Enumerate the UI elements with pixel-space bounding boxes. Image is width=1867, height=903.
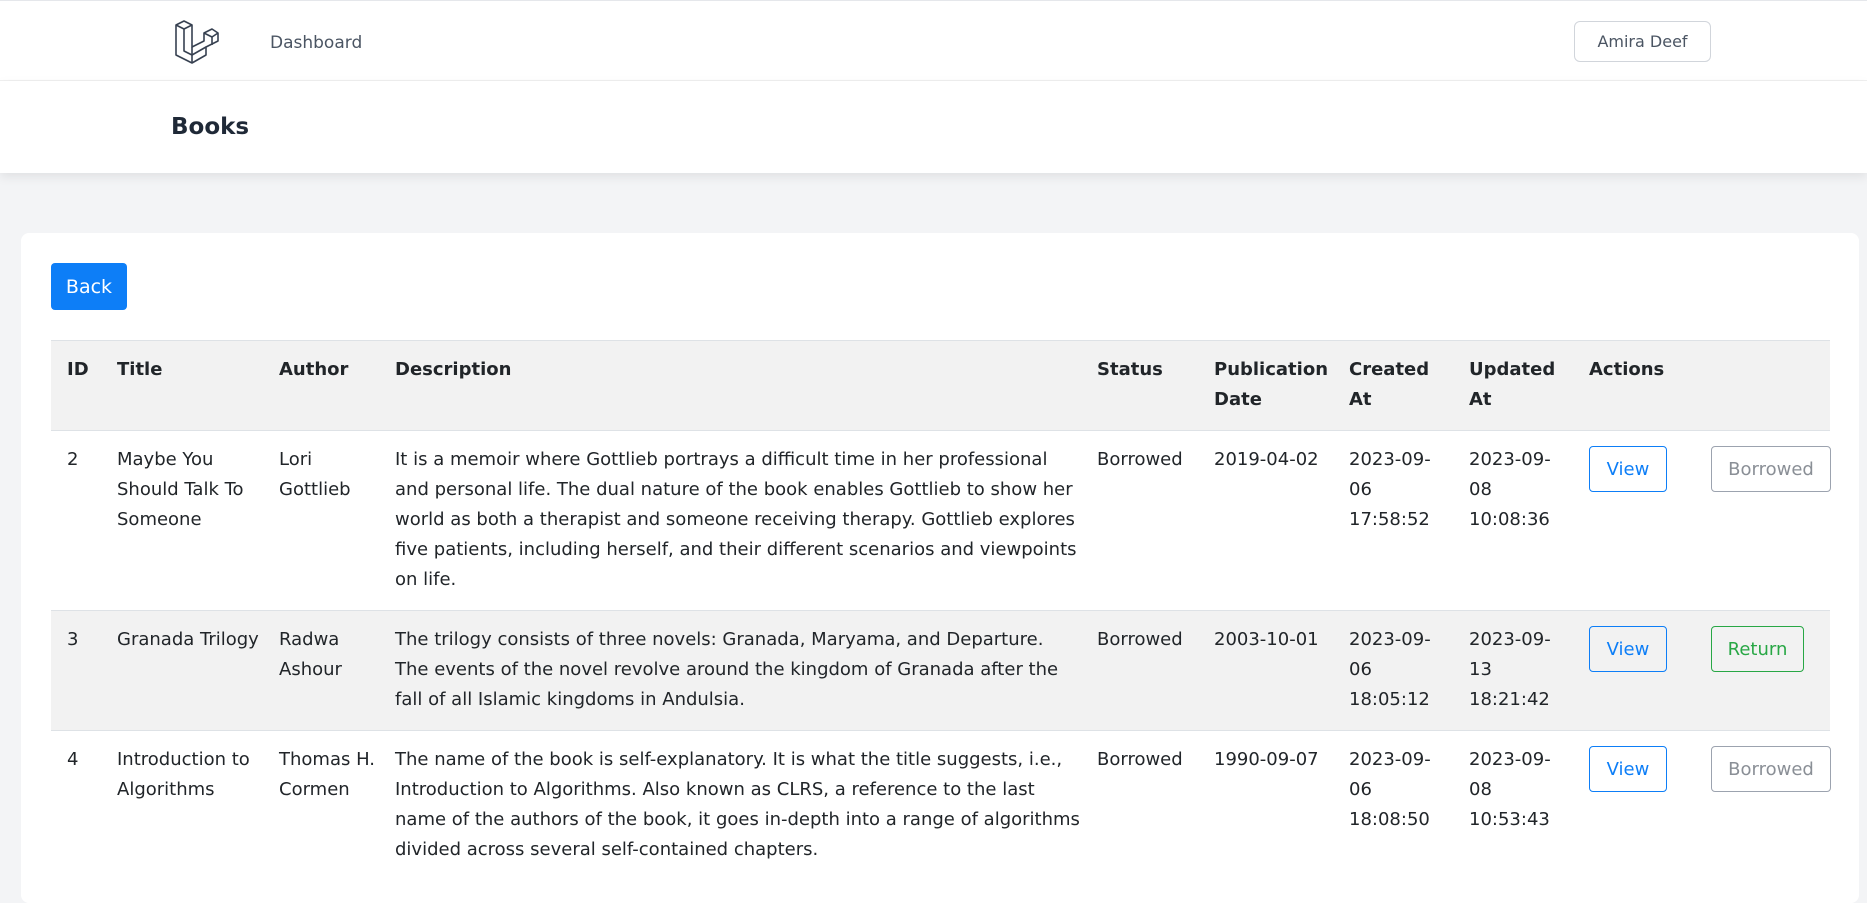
column-header-status: Status bbox=[1081, 340, 1198, 431]
cell-author: Radwa Ashour bbox=[263, 610, 379, 731]
cell-description: The trilogy consists of three novels: Gr… bbox=[379, 610, 1081, 731]
cell-status-action: Borrowed bbox=[1695, 430, 1831, 611]
cell-view-action: View bbox=[1573, 610, 1695, 731]
cell-title: Introduction to Algorithms bbox=[101, 730, 263, 880]
nav-link-dashboard[interactable]: Dashboard bbox=[270, 33, 362, 53]
column-header-description: Description bbox=[379, 340, 1081, 431]
cell-created-at: 2023-09-06 18:08:50 bbox=[1333, 730, 1453, 880]
cell-id: 4 bbox=[51, 730, 101, 880]
cell-view-action: View bbox=[1573, 430, 1695, 611]
cell-status: Borrowed bbox=[1081, 730, 1198, 880]
user-menu-button[interactable]: Amira Deef bbox=[1574, 21, 1711, 62]
cell-updated-at: 2023-09-08 10:08:36 bbox=[1453, 430, 1573, 611]
cell-description: It is a memoir where Gottlieb portrays a… bbox=[379, 430, 1081, 611]
books-table: ID Title Author Description Status Publi… bbox=[51, 340, 1831, 880]
cell-id: 2 bbox=[51, 430, 101, 611]
cell-status-action: Return bbox=[1695, 610, 1830, 731]
return-button[interactable]: Return bbox=[1711, 626, 1804, 672]
column-header-created-at: Created At bbox=[1333, 340, 1453, 431]
cell-created-at: 2023-09-06 18:05:12 bbox=[1333, 610, 1453, 731]
column-header-empty bbox=[1695, 340, 1830, 431]
cell-author: Lori Gottlieb bbox=[263, 430, 379, 611]
borrowed-button[interactable]: Borrowed bbox=[1711, 446, 1831, 492]
cell-title: Maybe You Should Talk To Someone bbox=[101, 430, 263, 611]
table-header-row: ID Title Author Description Status Publi… bbox=[51, 340, 1830, 431]
column-header-author: Author bbox=[263, 340, 379, 431]
view-button[interactable]: View bbox=[1589, 626, 1667, 672]
column-header-publication-date: Publication Date bbox=[1198, 340, 1333, 431]
content-card: Back ID Title Author Description Status … bbox=[21, 233, 1859, 903]
cell-description: The name of the book is self-explanatory… bbox=[379, 730, 1081, 880]
borrowed-button[interactable]: Borrowed bbox=[1711, 746, 1831, 792]
cell-title: Granada Trilogy bbox=[101, 610, 263, 731]
column-header-id: ID bbox=[51, 340, 101, 431]
cell-publication-date: 1990-09-07 bbox=[1198, 730, 1333, 880]
cell-view-action: View bbox=[1573, 730, 1695, 880]
cell-author: Thomas H. Cormen bbox=[263, 730, 379, 880]
cell-status: Borrowed bbox=[1081, 610, 1198, 731]
cell-updated-at: 2023-09-13 18:21:42 bbox=[1453, 610, 1573, 731]
cell-id: 3 bbox=[51, 610, 101, 731]
view-button[interactable]: View bbox=[1589, 746, 1667, 792]
table-row: 4 Introduction to Algorithms Thomas H. C… bbox=[51, 730, 1831, 880]
cell-updated-at: 2023-09-08 10:53:43 bbox=[1453, 730, 1573, 880]
back-button[interactable]: Back bbox=[51, 263, 127, 310]
column-header-actions: Actions bbox=[1573, 340, 1695, 431]
page-header: Books bbox=[0, 81, 1867, 173]
view-button[interactable]: View bbox=[1589, 446, 1667, 492]
top-navigation: Dashboard Amira Deef bbox=[0, 0, 1867, 81]
cell-created-at: 2023-09-06 17:58:52 bbox=[1333, 430, 1453, 611]
cell-status: Borrowed bbox=[1081, 430, 1198, 611]
table-row: 2 Maybe You Should Talk To Someone Lori … bbox=[51, 430, 1831, 611]
column-header-updated-at: Updated At bbox=[1453, 340, 1573, 431]
column-header-title: Title bbox=[101, 340, 263, 431]
page-title: Books bbox=[171, 114, 250, 140]
cell-publication-date: 2019-04-02 bbox=[1198, 430, 1333, 611]
laravel-logo-icon[interactable] bbox=[172, 19, 220, 67]
cell-publication-date: 2003-10-01 bbox=[1198, 610, 1333, 731]
table-row: 3 Granada Trilogy Radwa Ashour The trilo… bbox=[51, 610, 1830, 731]
cell-status-action: Borrowed bbox=[1695, 730, 1831, 880]
